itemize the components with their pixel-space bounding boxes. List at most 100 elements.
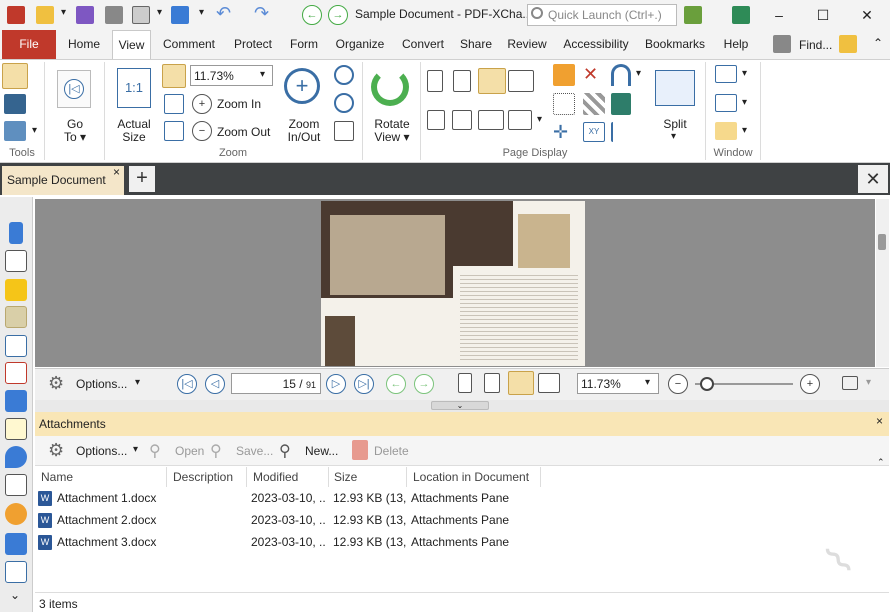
- email-dropdown-icon[interactable]: ▾: [157, 7, 162, 18]
- attachments-close-icon[interactable]: ×: [876, 414, 883, 428]
- close-button[interactable]: ✕: [845, 0, 889, 30]
- options-gear-icon[interactable]: ⚙: [48, 373, 70, 393]
- attachments-pane-collapse-icon[interactable]: ⌃: [877, 457, 885, 468]
- fields-pane-icon[interactable]: [5, 362, 27, 384]
- scan-icon[interactable]: [171, 6, 189, 24]
- nav-options-button[interactable]: Options...: [76, 377, 127, 391]
- save-attachment-icon[interactable]: ⚲: [210, 441, 230, 460]
- folder-search-icon[interactable]: [839, 35, 857, 53]
- find-icon[interactable]: [773, 35, 791, 53]
- tab-home[interactable]: Home: [62, 30, 106, 59]
- snapshot-icon[interactable]: [4, 121, 26, 141]
- tab-view[interactable]: View: [112, 30, 151, 59]
- maximize-button[interactable]: ☐: [801, 0, 845, 30]
- vertical-scrollbar[interactable]: [876, 199, 889, 367]
- zoom-out-icon[interactable]: −: [192, 121, 212, 141]
- attachments-pane-icon[interactable]: [5, 306, 27, 328]
- workspace-dropdown-icon[interactable]: ▾: [742, 125, 747, 136]
- loupe-icon[interactable]: [334, 93, 354, 113]
- properties-pane-icon[interactable]: [5, 418, 27, 440]
- snapshot-dropdown-icon[interactable]: ▾: [32, 125, 37, 136]
- go-to-button-line2[interactable]: To ▾: [55, 131, 95, 144]
- coordinates-icon[interactable]: XY: [583, 122, 605, 142]
- forward-icon[interactable]: →: [328, 5, 348, 25]
- delete-attachment-button[interactable]: Delete: [374, 444, 409, 458]
- new-window-dropdown-icon[interactable]: ▾: [742, 68, 747, 79]
- nav-two-pages-icon[interactable]: [508, 371, 534, 395]
- tags-pane-icon[interactable]: [5, 533, 27, 555]
- column-header-location[interactable]: Location in Document: [409, 467, 541, 487]
- measure-icon[interactable]: ✕: [583, 64, 605, 86]
- new-window-icon[interactable]: [715, 65, 737, 83]
- close-document-button[interactable]: ✕: [858, 165, 888, 193]
- split-button[interactable]: Split: [650, 118, 700, 131]
- zoom-marquee-icon[interactable]: [334, 121, 354, 141]
- table-row[interactable]: W Attachment 1.docx 2023-03-10, .. 12.93…: [35, 487, 875, 509]
- destinations-pane-icon[interactable]: [5, 446, 27, 468]
- fullscreen-icon[interactable]: [732, 6, 750, 24]
- page-number-input[interactable]: 15 / 91: [231, 373, 321, 394]
- open-attachment-button[interactable]: Open: [175, 444, 204, 458]
- crosshair-icon[interactable]: ✛: [553, 122, 575, 142]
- content-pane-icon[interactable]: [5, 335, 27, 357]
- more-panes-icon[interactable]: ⌄: [10, 588, 20, 602]
- back-icon[interactable]: ←: [302, 5, 322, 25]
- email-icon[interactable]: [132, 6, 150, 24]
- page-layout-b-icon[interactable]: [478, 110, 504, 130]
- zoom-in-button[interactable]: Zoom In: [217, 97, 261, 111]
- arrange-dropdown-icon[interactable]: ▾: [742, 97, 747, 108]
- nav-zoom-in-button[interactable]: +: [800, 374, 820, 394]
- tab-convert[interactable]: Convert: [396, 30, 450, 59]
- split-icon[interactable]: [655, 70, 695, 106]
- scan-dropdown-icon[interactable]: ▾: [199, 7, 204, 18]
- undo-icon[interactable]: ↶: [216, 3, 231, 24]
- links-pane-icon[interactable]: [5, 503, 27, 525]
- zoom-in-icon[interactable]: +: [192, 94, 212, 114]
- tab-bookmarks[interactable]: Bookmarks: [640, 30, 710, 59]
- open-attachment-icon[interactable]: ⚲: [149, 441, 169, 460]
- arrange-windows-icon[interactable]: [715, 94, 737, 112]
- previous-view-button[interactable]: ←: [386, 374, 406, 394]
- new-attachment-icon[interactable]: ⚲: [279, 441, 301, 461]
- view-mode-icon[interactable]: [842, 376, 858, 390]
- split-dropdown-icon[interactable]: ▾: [671, 131, 676, 142]
- save-icon[interactable]: [76, 6, 94, 24]
- magnet-icon[interactable]: [611, 64, 631, 86]
- tab-help[interactable]: Help: [716, 30, 756, 59]
- new-attachment-button[interactable]: New...: [305, 444, 338, 458]
- zoom-dropdown-icon[interactable]: ▾: [260, 69, 265, 80]
- continuous-icon[interactable]: [453, 70, 471, 92]
- rotate-view-icon[interactable]: [371, 68, 409, 106]
- zoom-inout-button-line2[interactable]: In/Out: [280, 131, 328, 144]
- tab-share[interactable]: Share: [456, 30, 496, 59]
- fit-visible-icon[interactable]: [164, 121, 184, 141]
- tab-form[interactable]: Form: [284, 30, 324, 59]
- transparency-grid-icon[interactable]: [583, 93, 605, 115]
- zoom-slider-thumb[interactable]: [700, 377, 714, 391]
- select-text-icon[interactable]: [4, 94, 26, 114]
- two-pages-icon[interactable]: [478, 68, 506, 94]
- document-tab-close-icon[interactable]: ×: [113, 165, 120, 179]
- page-layout-a-icon[interactable]: [452, 110, 472, 130]
- zoom-out-button[interactable]: Zoom Out: [217, 125, 270, 139]
- attach-options-gear-icon[interactable]: ⚙: [48, 440, 70, 460]
- previous-page-button[interactable]: ◁: [205, 374, 225, 394]
- tab-review[interactable]: Review: [502, 30, 552, 59]
- magnet-dropdown-icon[interactable]: ▾: [636, 68, 641, 79]
- layers-pane-icon[interactable]: [5, 390, 27, 412]
- bookmarks-pane-icon[interactable]: [9, 222, 23, 244]
- hand-tool-icon[interactable]: [2, 63, 28, 89]
- ruler-icon[interactable]: [553, 64, 575, 86]
- minimize-button[interactable]: –: [757, 0, 801, 30]
- nav-zoom-out-button[interactable]: −: [668, 374, 688, 394]
- thumbnails-pane-icon[interactable]: [5, 250, 27, 272]
- save-attachment-button[interactable]: Save...: [236, 444, 273, 458]
- quick-launch-input[interactable]: Quick Launch (Ctrl+.): [527, 4, 677, 26]
- nav-zoom-dropdown-icon[interactable]: ▾: [645, 377, 650, 388]
- customize-toolbar-icon[interactable]: [684, 6, 702, 24]
- actual-size-icon[interactable]: 1:1: [117, 68, 151, 108]
- separate-cover-icon[interactable]: [427, 110, 445, 130]
- scrollbar-thumb[interactable]: [878, 234, 886, 250]
- column-header-name[interactable]: Name: [37, 467, 167, 487]
- nav-two-pages-continuous-icon[interactable]: [538, 373, 560, 393]
